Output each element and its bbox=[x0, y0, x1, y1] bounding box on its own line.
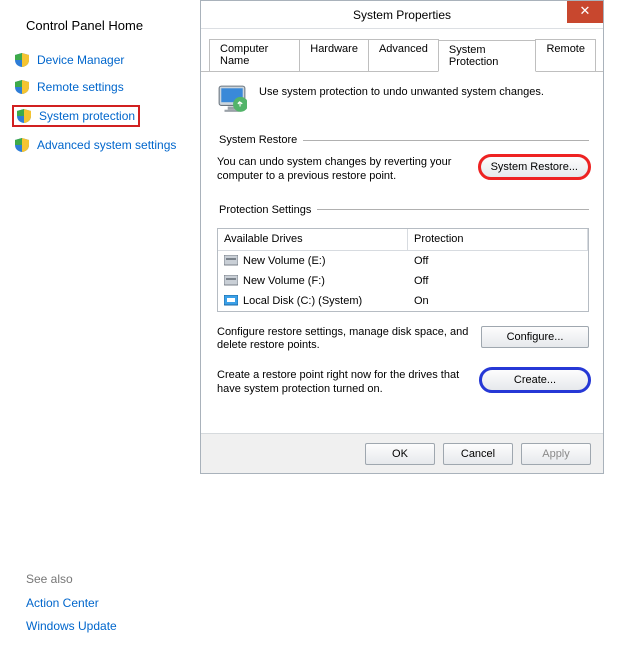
drives-table: Available Drives Protection New Volume (… bbox=[217, 228, 589, 312]
drive-row[interactable]: Local Disk (C:) (System) On bbox=[218, 291, 588, 311]
col-protection[interactable]: Protection bbox=[408, 229, 588, 250]
see-also-heading: See also bbox=[26, 572, 117, 586]
tab-advanced[interactable]: Advanced bbox=[368, 39, 439, 71]
legend-system-restore: System Restore bbox=[217, 134, 303, 146]
system-restore-desc: You can undo system changes by reverting… bbox=[217, 156, 470, 184]
tab-hardware[interactable]: Hardware bbox=[299, 39, 369, 71]
see-also-link[interactable]: Action Center bbox=[26, 596, 117, 610]
tab-remote[interactable]: Remote bbox=[535, 39, 596, 71]
control-panel-home[interactable]: Control Panel Home bbox=[26, 18, 198, 33]
shield-icon bbox=[15, 80, 29, 94]
close-button[interactable]: ✕ bbox=[567, 1, 603, 23]
drive-name: New Volume (F:) bbox=[243, 275, 325, 287]
col-available-drives[interactable]: Available Drives bbox=[218, 229, 408, 250]
drives-header: Available Drives Protection bbox=[218, 229, 588, 251]
tab-strip: Computer NameHardwareAdvancedSystem Prot… bbox=[201, 29, 603, 72]
sidebar-link-system-protection[interactable]: System protection bbox=[12, 105, 140, 127]
dialog-button-bar: OK Cancel Apply bbox=[201, 433, 603, 473]
sidebar-link-remote-settings[interactable]: Remote settings bbox=[12, 78, 198, 96]
shield-icon bbox=[15, 53, 29, 67]
drive-protection: Off bbox=[414, 275, 428, 287]
sidebar-link-advanced-settings[interactable]: Advanced system settings bbox=[12, 136, 198, 154]
sidebar-link-label: Device Manager bbox=[37, 53, 124, 67]
drive-protection: On bbox=[414, 295, 429, 307]
drive-name: New Volume (E:) bbox=[243, 255, 326, 267]
create-desc: Create a restore point right now for the… bbox=[217, 369, 471, 397]
legend-protection-settings: Protection Settings bbox=[217, 204, 317, 216]
group-system-restore: System Restore You can undo system chang… bbox=[217, 134, 589, 184]
drives-body[interactable]: New Volume (E:) Off New Volume (F:) Off Loca… bbox=[218, 251, 588, 311]
drive-icon bbox=[224, 295, 238, 306]
shield-icon bbox=[17, 109, 31, 123]
drive-icon bbox=[224, 275, 238, 286]
control-panel-sidebar: Control Panel Home Device Manager Remote … bbox=[8, 18, 198, 163]
tab-pane-system-protection: Use system protection to undo unwanted s… bbox=[201, 72, 603, 403]
system-properties-dialog: System Properties ✕ Computer NameHardwar… bbox=[200, 0, 604, 474]
see-also-section: See also Action Center Windows Update bbox=[26, 572, 117, 642]
create-button[interactable]: Create... bbox=[481, 369, 589, 391]
sidebar-link-label: System protection bbox=[39, 109, 135, 123]
drive-icon bbox=[224, 255, 238, 266]
see-also-link[interactable]: Windows Update bbox=[26, 619, 117, 633]
group-protection-settings: Protection Settings Available Drives Pro… bbox=[217, 204, 589, 397]
close-icon: ✕ bbox=[580, 3, 591, 18]
configure-desc: Configure restore settings, manage disk … bbox=[217, 326, 471, 354]
configure-button[interactable]: Configure... bbox=[481, 326, 589, 348]
sidebar-link-label: Remote settings bbox=[37, 80, 124, 94]
drive-row[interactable]: New Volume (F:) Off bbox=[218, 271, 588, 291]
intro-text: Use system protection to undo unwanted s… bbox=[259, 84, 544, 98]
tab-system-protection[interactable]: System Protection bbox=[438, 40, 537, 72]
drive-row[interactable]: New Volume (E:) Off bbox=[218, 251, 588, 271]
dialog-title: System Properties bbox=[353, 8, 451, 22]
shield-icon bbox=[15, 138, 29, 152]
sidebar-link-label: Advanced system settings bbox=[37, 138, 176, 152]
system-restore-button[interactable]: System Restore... bbox=[480, 156, 589, 178]
sidebar-link-device-manager[interactable]: Device Manager bbox=[12, 51, 198, 69]
titlebar: System Properties ✕ bbox=[201, 1, 603, 29]
drive-name: Local Disk (C:) (System) bbox=[243, 295, 362, 307]
tab-computer-name[interactable]: Computer Name bbox=[209, 39, 300, 71]
ok-button[interactable]: OK bbox=[365, 443, 435, 465]
drive-protection: Off bbox=[414, 255, 428, 267]
apply-button[interactable]: Apply bbox=[521, 443, 591, 465]
system-protection-icon bbox=[217, 84, 247, 114]
cancel-button[interactable]: Cancel bbox=[443, 443, 513, 465]
